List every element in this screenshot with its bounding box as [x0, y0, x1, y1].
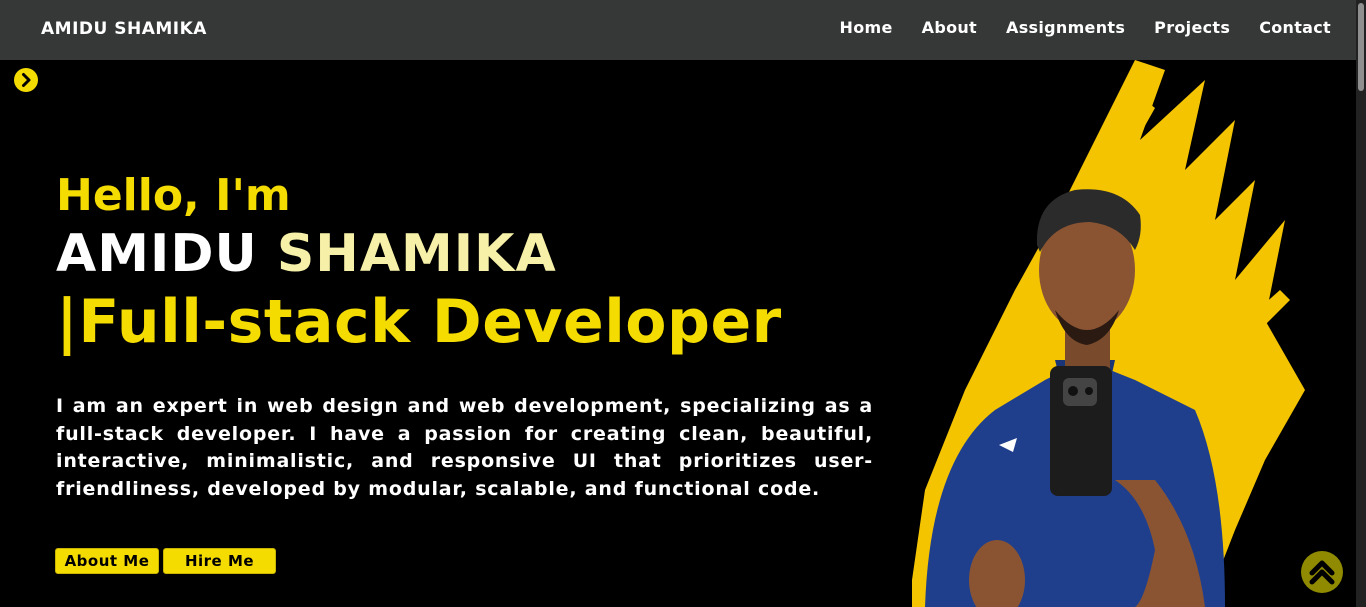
- navbar: AMIDU SHAMIKA Home About Assignments Pro…: [0, 0, 1356, 60]
- hero-name-first: AMIDU: [56, 224, 258, 284]
- hire-me-button[interactable]: Hire Me: [163, 548, 276, 574]
- double-chevron-up-icon[interactable]: [1301, 551, 1343, 593]
- hero-name: AMIDU SHAMIKA: [56, 224, 874, 284]
- nav-link-projects[interactable]: Projects: [1154, 18, 1230, 37]
- hero-heading-block: Hello, I'm AMIDU SHAMIKA |Full-stack Dev…: [56, 168, 874, 360]
- hero-name-last: SHAMIKA: [276, 224, 557, 284]
- nav-link-contact[interactable]: Contact: [1259, 18, 1331, 37]
- nav-link-assignments[interactable]: Assignments: [1006, 18, 1125, 37]
- profile-photo: [912, 60, 1305, 607]
- brand-logo-text[interactable]: AMIDU SHAMIKA: [41, 19, 207, 39]
- nav-link-home[interactable]: Home: [840, 18, 893, 37]
- page-scrollbar[interactable]: [1356, 0, 1366, 607]
- nav-menu: Home About Assignments Projects Contact: [840, 18, 1331, 37]
- chevron-right-icon[interactable]: [14, 68, 38, 92]
- hero-role: |Full-stack Developer: [56, 287, 782, 357]
- hero-bio: I am an expert in web design and web dev…: [56, 395, 873, 500]
- hero-greeting: Hello, I'm: [56, 170, 291, 221]
- nav-link-about[interactable]: About: [922, 18, 977, 37]
- scrollbar-thumb[interactable]: [1358, 3, 1364, 91]
- about-me-button[interactable]: About Me: [55, 548, 159, 574]
